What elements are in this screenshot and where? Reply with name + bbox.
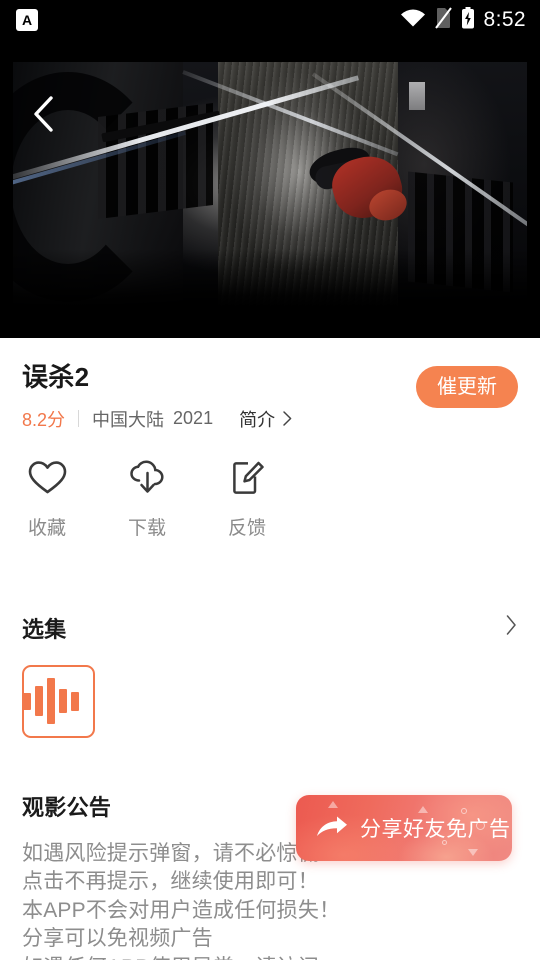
urge-update-button[interactable]: 催更新 (416, 366, 518, 408)
page-title: 误杀2 (22, 362, 90, 392)
share-free-ads-banner[interactable]: 分享好友免广告 (296, 795, 512, 861)
heart-icon (28, 460, 67, 500)
sim-card-off-icon (434, 6, 452, 34)
status-bar: A 8:52 (0, 0, 540, 40)
status-bar-system-icons: 8:52 (400, 6, 526, 34)
download-label: 下载 (127, 517, 166, 539)
video-player[interactable] (0, 40, 540, 338)
title-block: 误杀2 8.2分 中国大陆 2021 简介 (22, 363, 416, 432)
year-label: 2021 (173, 408, 214, 429)
meta-divider (78, 410, 80, 428)
episode-card-playing[interactable] (22, 664, 95, 738)
feedback-action[interactable]: 反馈 (197, 460, 297, 540)
equalizer-playing-icon (23, 678, 79, 725)
video-frame (13, 62, 527, 307)
meta-row: 8.2分 中国大陆 2021 简介 (22, 406, 416, 432)
action-row: 收藏 下载 反馈 (0, 432, 540, 540)
rating-score: 8.2分 (22, 409, 66, 430)
download-action[interactable]: 下载 (97, 460, 197, 540)
banner-decor-triangle-3 (468, 849, 478, 856)
app-notification-icon: A (16, 9, 38, 31)
announcement-line: 分享可以免视频广告 (22, 927, 213, 951)
scene-vent (409, 82, 425, 110)
announcement-line: 如遇任何APP使用异常，请访问 (22, 954, 518, 960)
share-banner-label: 分享好友免广告 (360, 818, 511, 841)
app-screen: A 8:52 误杀2 8.2分 中国大陆 2021 简介 催更新 收藏 下载 反… (0, 0, 540, 960)
episodes-header[interactable]: 选集 (22, 612, 518, 644)
battery-charging-icon (461, 6, 475, 34)
episodes-title: 选集 (22, 616, 67, 642)
share-arrow-icon (316, 815, 348, 841)
announcement-line: 点击不再提示，继续使用即可！ (22, 870, 319, 894)
feedback-edit-icon (228, 460, 267, 500)
title-row: 误杀2 8.2分 中国大陆 2021 简介 催更新 (0, 338, 540, 432)
back-chevron-icon[interactable] (20, 90, 68, 138)
episodes-section: 选集 (0, 612, 540, 738)
chevron-right-icon (282, 410, 293, 427)
synopsis-link[interactable]: 简介 (239, 406, 293, 432)
feedback-label: 反馈 (227, 517, 266, 539)
status-bar-notifications: A (16, 9, 38, 31)
detail-info: 误杀2 8.2分 中国大陆 2021 简介 催更新 收藏 下载 反馈 分享好友免… (0, 338, 540, 960)
chevron-right-icon[interactable] (505, 614, 518, 641)
favorite-action[interactable]: 收藏 (0, 460, 97, 540)
announcement-line: 本APP不会对用户造成任何损失！ (22, 898, 341, 922)
banner-decor-triangle-1 (328, 801, 338, 808)
wifi-icon (400, 8, 426, 33)
favorite-label: 收藏 (27, 517, 66, 539)
synopsis-label: 简介 (239, 409, 276, 430)
region-label: 中国大陆 (92, 409, 165, 430)
scene-bottom-fade (13, 249, 527, 307)
banner-decor-triangle-2 (418, 806, 428, 813)
cloud-download-icon (128, 460, 167, 500)
status-bar-clock: 8:52 (483, 8, 526, 31)
